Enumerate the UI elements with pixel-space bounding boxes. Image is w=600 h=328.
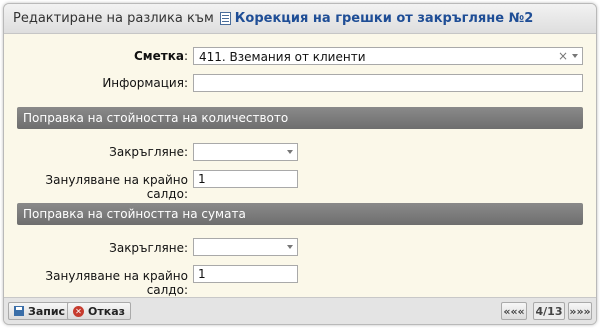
chevron-down-icon[interactable] xyxy=(287,245,293,249)
cancel-icon: ✕ xyxy=(73,305,84,317)
quantity-zero-field[interactable]: 1 xyxy=(193,170,298,188)
next-record-button[interactable]: »»» xyxy=(568,302,592,320)
save-icon xyxy=(14,306,24,316)
amount-rounding-select[interactable] xyxy=(193,238,298,256)
quantity-rounding-select[interactable] xyxy=(193,143,298,161)
save-button[interactable]: Запис xyxy=(8,302,72,320)
dialog-title-prefix: Редактиране на разлика към xyxy=(13,11,214,26)
prev-record-button[interactable]: ««« xyxy=(501,302,527,320)
cancel-button-label: Отказ xyxy=(88,304,126,318)
amount-rounding-label: Закръгляне: xyxy=(109,241,188,255)
amount-zero-field[interactable]: 1 xyxy=(193,265,298,283)
amount-zero-label: Зануляване на крайно салдо: xyxy=(45,269,188,297)
chevron-down-icon[interactable] xyxy=(572,54,578,58)
save-button-label: Запис xyxy=(28,304,66,318)
edit-dialog: Редактиране на разлика към Корекция на г… xyxy=(3,3,597,325)
record-counter: 4/13 xyxy=(533,302,565,320)
account-select-value: 411. Вземания от клиенти xyxy=(199,50,366,64)
clear-icon[interactable]: × xyxy=(558,49,568,63)
cancel-button[interactable]: ✕ Отказ xyxy=(67,302,132,320)
account-select[interactable]: 411. Вземания от клиенти × xyxy=(193,47,583,65)
info-field[interactable] xyxy=(193,74,583,92)
dialog-title-link[interactable]: Корекция на грешки от закръгляне №2 xyxy=(235,11,533,26)
info-label: Информация: xyxy=(102,76,188,90)
document-icon xyxy=(219,12,231,25)
account-label: Сметка: xyxy=(134,49,188,63)
quantity-rounding-label: Закръгляне: xyxy=(109,145,188,159)
section-header-amount: Поправка на стойността на сумата xyxy=(17,203,583,225)
dialog-footer: Запис ✕ Отказ ««« 4/13 »»» xyxy=(4,297,596,324)
dialog-titlebar: Редактиране на разлика към Корекция на г… xyxy=(4,4,596,34)
chevron-down-icon[interactable] xyxy=(287,150,293,154)
quantity-zero-label: Зануляване на крайно салдо: xyxy=(45,173,188,201)
section-header-quantity: Поправка на стойността на количеството xyxy=(17,107,583,129)
